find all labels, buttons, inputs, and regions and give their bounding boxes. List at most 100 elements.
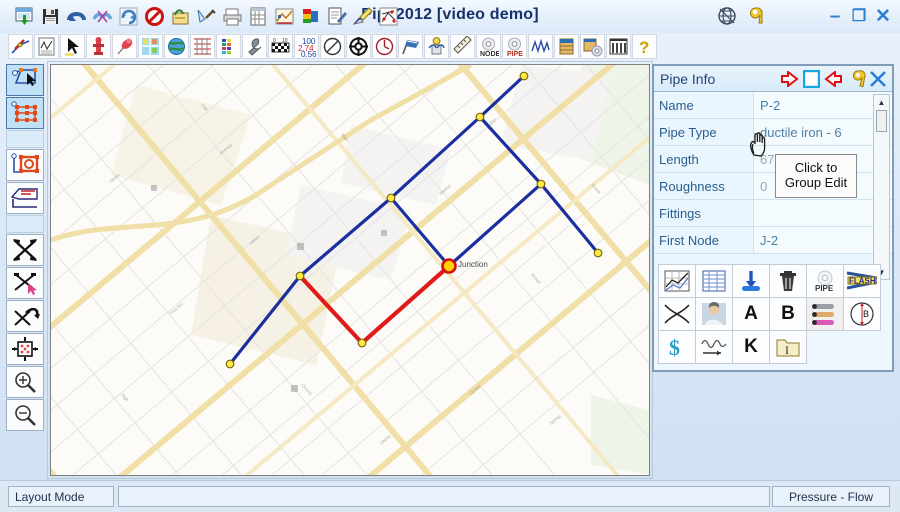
- pipe-info-panel[interactable]: Pipe Info Name P-2 Pipe Type ductile iro…: [652, 64, 894, 372]
- new-project-icon[interactable]: [12, 4, 36, 28]
- checker-flag-icon[interactable]: 0 10: [268, 34, 293, 59]
- fire-flow-icon[interactable]: [424, 34, 449, 59]
- map-viewport[interactable]: Street Avenue Main Market Broad Park Rd …: [50, 64, 650, 476]
- undo-icon[interactable]: [64, 4, 88, 28]
- chart-profile-icon[interactable]: [272, 4, 296, 28]
- pipe-node[interactable]: [441, 258, 457, 274]
- next-arrow-icon[interactable]: [779, 68, 800, 89]
- pipe-info-scrollbar[interactable]: ▲ ▼: [873, 94, 890, 280]
- user-profile-button[interactable]: [695, 297, 733, 331]
- marker-pen-icon[interactable]: [350, 4, 374, 28]
- minimize-button[interactable]: –: [824, 6, 846, 27]
- close-icon[interactable]: [867, 68, 888, 89]
- label-a-button[interactable]: A: [732, 297, 770, 331]
- current-box-icon[interactable]: [801, 68, 822, 89]
- help-icon[interactable]: ?: [632, 34, 657, 59]
- fit-extents-tool[interactable]: [6, 333, 44, 365]
- scroll-up-arrow[interactable]: ▲: [874, 95, 889, 109]
- status-pressure-flow[interactable]: Pressure - Flow: [772, 486, 890, 507]
- pipe-info-row[interactable]: Name P-2: [654, 92, 892, 119]
- refresh-icon[interactable]: [116, 4, 140, 28]
- wrench-icon[interactable]: [242, 34, 267, 59]
- compass-icon[interactable]: [346, 34, 371, 59]
- select-node-tool[interactable]: [6, 64, 44, 96]
- hand-drag-icon[interactable]: [168, 4, 192, 28]
- select-all-nodes-tool[interactable]: [6, 97, 44, 129]
- zoom-in-tool[interactable]: [6, 366, 44, 398]
- maximize-button[interactable]: ❐: [848, 6, 870, 27]
- transient-wave-button[interactable]: [695, 330, 733, 364]
- settings-wrench-icon[interactable]: [741, 4, 765, 28]
- save-icon[interactable]: [38, 4, 62, 28]
- pointer-select-icon[interactable]: [60, 34, 85, 59]
- wave-graph-icon[interactable]: [528, 34, 553, 59]
- pipe-gear-button[interactable]: PIPE: [806, 264, 844, 298]
- flag-icon[interactable]: [398, 34, 423, 59]
- print-icon[interactable]: [220, 4, 244, 28]
- close-button[interactable]: ✕: [872, 6, 894, 27]
- notes-edit-icon[interactable]: [324, 4, 348, 28]
- zoom-out-tool[interactable]: [6, 399, 44, 431]
- pipe-node[interactable]: [519, 71, 529, 81]
- pipe-info-row[interactable]: First Node J-2: [654, 227, 892, 254]
- barchart-icon[interactable]: [606, 34, 631, 59]
- pipe-tool-icon[interactable]: [8, 34, 33, 59]
- map-layers-icon[interactable]: [138, 34, 163, 59]
- diameter-circle-button[interactable]: B: [843, 297, 881, 331]
- delete-trash-button[interactable]: [769, 264, 807, 298]
- pump-settings-icon[interactable]: [580, 34, 605, 59]
- scroll-thumb[interactable]: [876, 110, 887, 132]
- pipe-node[interactable]: [225, 359, 235, 369]
- wrench-icon[interactable]: [845, 68, 866, 89]
- delete-link-icon[interactable]: [90, 4, 114, 28]
- scatter-plot-icon[interactable]: [376, 4, 400, 28]
- tank-icon[interactable]: [554, 34, 579, 59]
- table-report-icon[interactable]: [246, 4, 270, 28]
- pipe-node[interactable]: [536, 179, 546, 189]
- no-display-icon[interactable]: [320, 34, 345, 59]
- graph-plot-button[interactable]: [658, 264, 696, 298]
- flash-banner-button[interactable]: FLASH: [843, 264, 881, 298]
- pipe-info-value[interactable]: [754, 200, 892, 226]
- pin-marker-icon[interactable]: [112, 34, 137, 59]
- pipe-info-value[interactable]: J-2: [754, 227, 892, 253]
- import-down-button[interactable]: [732, 264, 770, 298]
- pipe-node[interactable]: [386, 193, 396, 203]
- pipe-info-value[interactable]: ductile iron - 6: [754, 119, 892, 145]
- move-selection-tool[interactable]: [6, 267, 44, 299]
- node-gear-icon[interactable]: NODE: [476, 34, 501, 59]
- gauge-icon[interactable]: [372, 34, 397, 59]
- network-globe-icon[interactable]: [715, 4, 739, 28]
- map-canvas[interactable]: Street Avenue Main Market Broad Park Rd …: [51, 65, 649, 475]
- ruler-icon[interactable]: [450, 34, 475, 59]
- data-table-button[interactable]: [695, 264, 733, 298]
- pipe-node[interactable]: [357, 338, 367, 348]
- prev-arrow-icon[interactable]: [823, 68, 844, 89]
- label-tag-tool[interactable]: [6, 182, 44, 214]
- pipe-info-row[interactable]: Pipe Type ductile iron - 6: [654, 119, 892, 146]
- select-group-tool[interactable]: [6, 149, 44, 181]
- demand-chart-icon[interactable]: [34, 34, 59, 59]
- label-b-button[interactable]: B: [769, 297, 807, 331]
- folder-info-button[interactable]: I: [769, 330, 807, 364]
- color-bands-button[interactable]: [806, 297, 844, 331]
- pipe-node[interactable]: [593, 248, 603, 258]
- hydrant-icon[interactable]: [86, 34, 111, 59]
- pipe-gear-icon[interactable]: PIPE: [502, 34, 527, 59]
- pipe-node[interactable]: [475, 112, 485, 122]
- globe-icon[interactable]: [164, 34, 189, 59]
- pipe-node[interactable]: [295, 271, 305, 281]
- k-factor-button[interactable]: K: [732, 330, 770, 364]
- grid-icon[interactable]: [190, 34, 215, 59]
- pan-move-tool[interactable]: [6, 234, 44, 266]
- cross-link-button[interactable]: [658, 297, 696, 331]
- rotate-tool[interactable]: [6, 300, 44, 332]
- cost-dollar-button[interactable]: $: [658, 330, 696, 364]
- pencil-draw-icon[interactable]: [194, 4, 218, 28]
- numbers-icon[interactable]: 100 2.74 0.56: [294, 34, 319, 59]
- stop-icon[interactable]: [142, 4, 166, 28]
- traffic-light-icon[interactable]: [298, 4, 322, 28]
- pipe-info-value[interactable]: P-2: [754, 92, 892, 118]
- pipe-info-row[interactable]: Fittings: [654, 200, 892, 227]
- color-palette-icon[interactable]: [216, 34, 241, 59]
